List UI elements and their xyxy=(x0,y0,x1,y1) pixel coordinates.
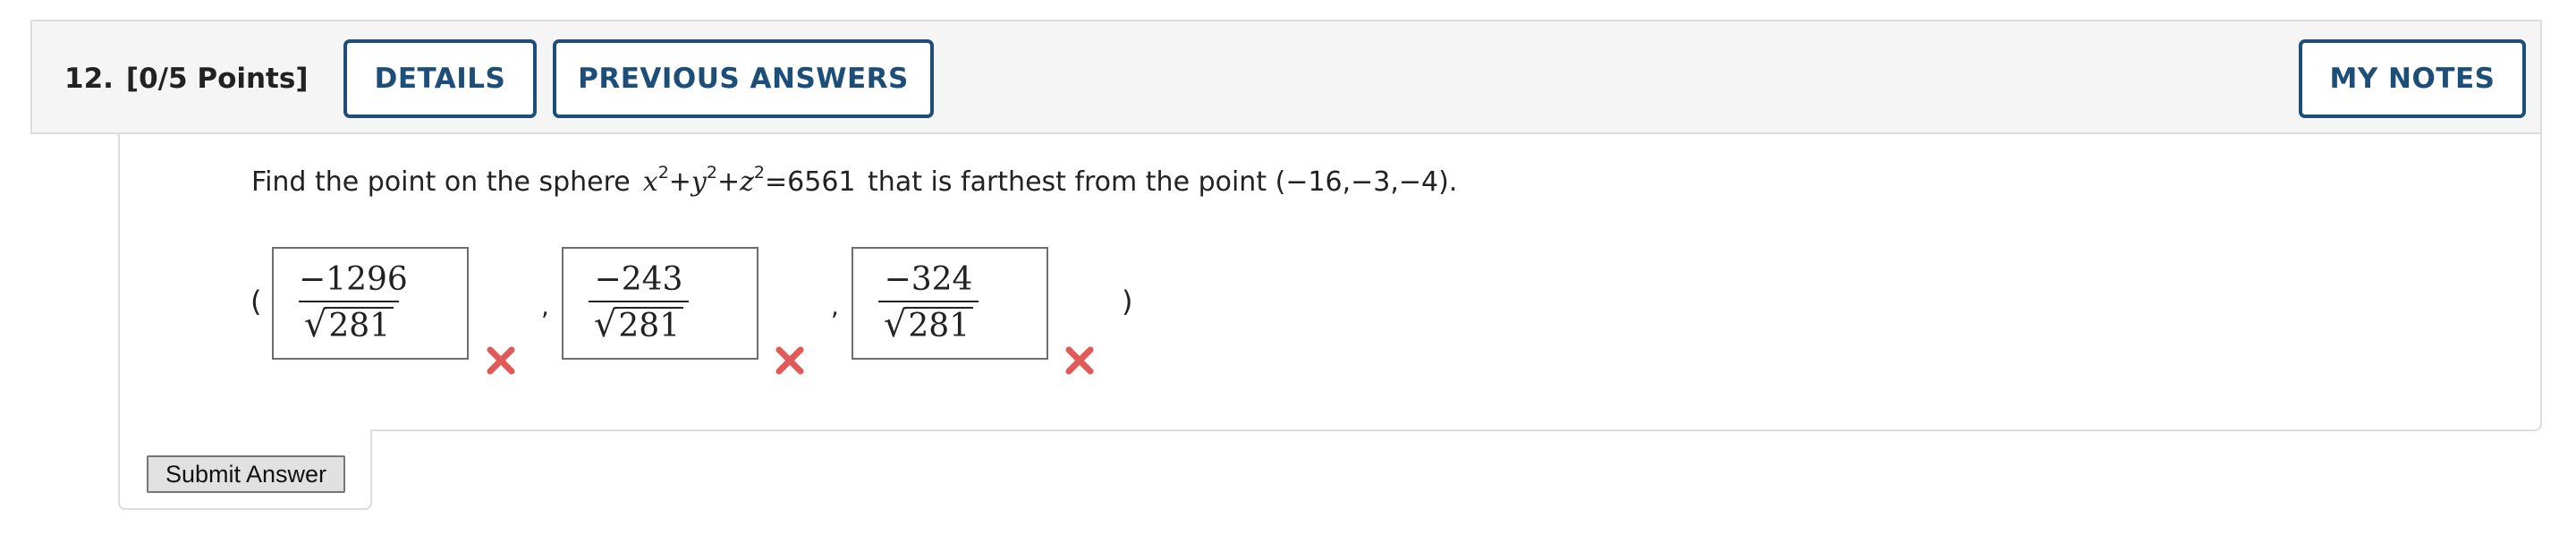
prompt-text-before: Find the point on the sphere xyxy=(251,166,631,198)
question-points: [0/5 Points] xyxy=(125,63,309,95)
answer-field-z[interactable]: −324 √281 xyxy=(852,247,1048,360)
incorrect-x-icon xyxy=(1065,346,1094,375)
prompt-text-after: that is farthest from the point (−16,−3,… xyxy=(868,166,1458,198)
question-number: 12. xyxy=(64,63,114,95)
answer-x-denominator-row: √281 xyxy=(299,302,399,347)
close-paren: ) xyxy=(1122,284,1133,318)
answer-x-numerator: −1296 xyxy=(299,259,408,302)
sphere-equation: x2+y2+z2=6561 xyxy=(642,163,856,199)
separator-comma: , xyxy=(541,292,549,321)
sqrt-icon: √ xyxy=(593,304,617,345)
previous-answers-button[interactable]: PREVIOUS ANSWERS xyxy=(553,39,934,118)
answer-y-numerator: −243 xyxy=(589,259,689,302)
answer-y-fraction: −243 √281 xyxy=(589,259,689,347)
open-paren: ( xyxy=(250,284,262,318)
submit-answer-button[interactable]: Submit Answer xyxy=(147,455,345,493)
question-prompt: Find the point on the sphere x2+y2+z2=656… xyxy=(251,161,1457,204)
answer-x-denominator: 281 xyxy=(325,307,394,344)
my-notes-button[interactable]: MY NOTES xyxy=(2299,39,2526,118)
sqrt-icon: √ xyxy=(303,304,327,345)
sqrt-icon: √ xyxy=(883,304,907,345)
answer-z-numerator: −324 xyxy=(878,259,979,302)
answer-y-denominator-row: √281 xyxy=(589,302,689,347)
question-header: 12. [0/5 Points] DETAILS PREVIOUS ANSWERS… xyxy=(30,20,2542,134)
answer-field-y[interactable]: −243 √281 xyxy=(562,247,758,360)
separator-comma: , xyxy=(831,292,839,321)
incorrect-x-icon xyxy=(487,346,515,375)
answer-z-denominator: 281 xyxy=(904,307,974,344)
equation-rhs: =6561 xyxy=(765,166,856,198)
answer-z-denominator-row: √281 xyxy=(878,302,979,347)
answer-x-fraction: −1296 √281 xyxy=(299,259,408,347)
answer-y-denominator: 281 xyxy=(614,307,684,344)
details-button[interactable]: DETAILS xyxy=(343,39,537,118)
question-number-label: 12. [0/5 Points] xyxy=(64,21,309,136)
incorrect-x-icon xyxy=(775,346,804,375)
answer-field-x[interactable]: −1296 √281 xyxy=(272,247,469,360)
answer-z-fraction: −324 √281 xyxy=(878,259,979,347)
